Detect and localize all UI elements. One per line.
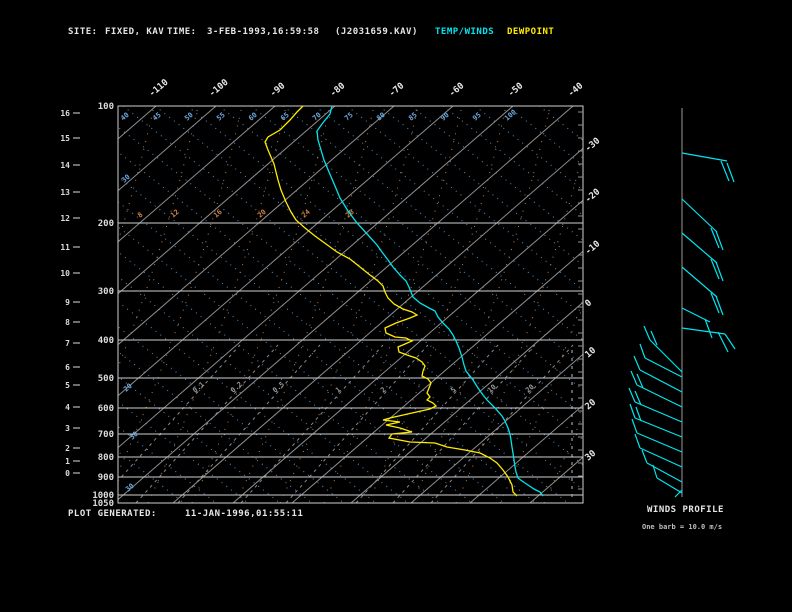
svg-text:-90: -90 <box>269 81 288 99</box>
axis-labels-layer: 1002003004005006007008009001000105016151… <box>60 78 602 509</box>
svg-text:1: 1 <box>65 457 70 466</box>
svg-text:8: 8 <box>65 318 70 327</box>
svg-text:300: 300 <box>98 287 114 297</box>
moist-adiabats-layer <box>118 106 583 503</box>
svg-text:-30: -30 <box>584 136 603 154</box>
svg-text:16: 16 <box>60 109 70 118</box>
svg-text:-100: -100 <box>208 78 231 100</box>
pressure-grid-layer <box>118 105 583 504</box>
svg-text:4: 4 <box>65 403 70 412</box>
skewt-screen: SITE: FIXED, KAV TIME: 3-FEB-1993,16:59:… <box>0 0 792 612</box>
line-labels-layer: 40 45 50 55 60 65 70 75 80 85 90 95 100302030308 12 16… <box>119 108 536 493</box>
svg-text:-80: -80 <box>329 81 348 99</box>
svg-text:12: 12 <box>169 208 181 220</box>
winds-profile-layer <box>628 108 736 498</box>
svg-text:3: 3 <box>65 424 70 433</box>
svg-text:5: 5 <box>65 381 70 390</box>
svg-text:30: 30 <box>128 430 140 442</box>
svg-text:8: 8 <box>136 211 144 220</box>
plot-generated-label: PLOT GENERATED: <box>68 509 157 519</box>
svg-text:16: 16 <box>212 208 224 220</box>
svg-text:75: 75 <box>343 111 355 123</box>
svg-text:-110: -110 <box>148 78 171 100</box>
svg-text:1050: 1050 <box>92 499 114 509</box>
svg-text:2: 2 <box>65 444 70 453</box>
svg-text:-70: -70 <box>388 81 407 99</box>
svg-text:-20: -20 <box>584 187 603 205</box>
svg-text:0: 0 <box>65 469 70 478</box>
svg-text:24: 24 <box>300 208 312 220</box>
svg-text:800: 800 <box>98 453 114 463</box>
svg-text:1: 1 <box>334 386 342 395</box>
svg-text:100: 100 <box>98 102 114 112</box>
svg-text:60: 60 <box>247 111 259 123</box>
svg-text:30: 30 <box>124 482 136 494</box>
svg-text:14: 14 <box>60 161 70 170</box>
svg-text:50: 50 <box>183 111 195 123</box>
winds-profile-legend: One barb = 10.0 m/s <box>642 523 723 531</box>
svg-text:13: 13 <box>60 188 70 197</box>
svg-text:10: 10 <box>584 346 599 361</box>
svg-text:90: 90 <box>439 111 451 123</box>
svg-text:7: 7 <box>65 339 70 348</box>
svg-text:95: 95 <box>471 111 483 123</box>
svg-text:2: 2 <box>379 386 387 395</box>
svg-text:45: 45 <box>151 111 163 123</box>
svg-text:9: 9 <box>65 298 70 307</box>
winds-profile-title: WINDS PROFILE <box>647 505 724 515</box>
svg-text:55: 55 <box>215 111 227 123</box>
svg-text:900: 900 <box>98 473 114 483</box>
svg-text:85: 85 <box>407 111 419 123</box>
svg-text:15: 15 <box>60 134 70 143</box>
temperature-curve <box>316 106 544 497</box>
plot-frame <box>117 105 584 504</box>
svg-text:11: 11 <box>60 243 70 252</box>
svg-text:40: 40 <box>119 111 131 123</box>
dewpoint-curve <box>264 106 518 497</box>
svg-text:5: 5 <box>449 386 457 395</box>
svg-text:70: 70 <box>311 111 323 123</box>
svg-text:700: 700 <box>98 430 114 440</box>
svg-text:20: 20 <box>524 383 536 395</box>
edge-ticks-layer <box>578 111 583 490</box>
svg-text:30: 30 <box>120 173 132 185</box>
svg-text:-40: -40 <box>567 81 586 99</box>
svg-text:6: 6 <box>65 363 70 372</box>
skewt-chart: 1002003004005006007008009001000105016151… <box>60 78 736 509</box>
svg-text:-10: -10 <box>584 239 603 257</box>
svg-text:30: 30 <box>584 449 599 464</box>
svg-text:400: 400 <box>98 336 114 346</box>
svg-text:200: 200 <box>98 219 114 229</box>
plot-generated-value: 11-JAN-1996,01:55:11 <box>185 509 304 519</box>
svg-text:600: 600 <box>98 404 114 414</box>
svg-text:500: 500 <box>98 374 114 384</box>
svg-text:-50: -50 <box>507 81 526 99</box>
svg-text:20: 20 <box>584 398 599 413</box>
svg-text:20: 20 <box>256 208 268 220</box>
svg-text:-60: -60 <box>448 81 467 99</box>
svg-text:10: 10 <box>60 269 70 278</box>
svg-text:0: 0 <box>584 298 595 309</box>
svg-text:12: 12 <box>60 214 70 223</box>
